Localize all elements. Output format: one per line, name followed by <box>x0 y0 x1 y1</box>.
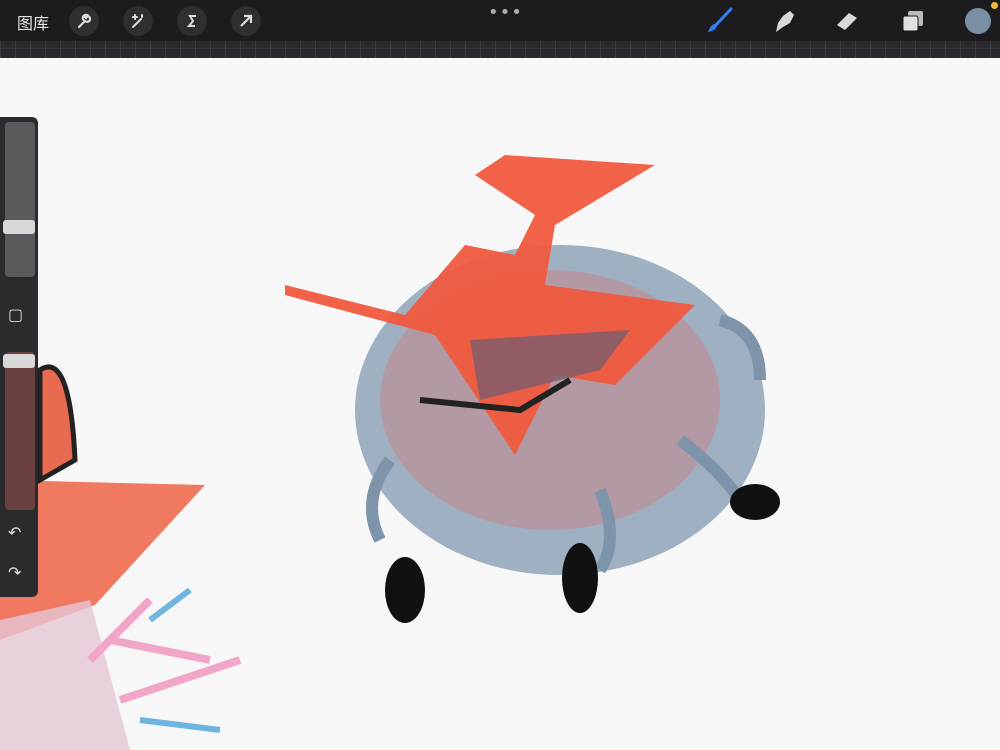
gallery-button[interactable]: 图库 <box>17 10 49 34</box>
move-arrow-icon[interactable] <box>231 6 261 36</box>
modify-button[interactable]: ▢ <box>8 305 23 324</box>
smudge-icon[interactable] <box>768 6 798 36</box>
selection-icon[interactable] <box>177 6 207 36</box>
undo-button[interactable]: ↶ <box>8 523 21 542</box>
brush-size-thumb[interactable] <box>3 220 35 234</box>
opacity-thumb[interactable] <box>3 354 35 368</box>
layers-icon[interactable] <box>898 6 928 36</box>
redo-button[interactable]: ↷ <box>8 563 21 582</box>
more-menu-button[interactable]: ••• <box>488 2 523 23</box>
opacity-slider[interactable] <box>3 352 35 510</box>
brush-size-slider[interactable] <box>3 122 35 277</box>
brush-icon[interactable] <box>704 6 734 36</box>
sidebar: ▢ ↶ ↷ <box>0 117 38 597</box>
top-toolbar: 图库 ••• <box>0 0 1000 41</box>
creature-drawing <box>285 155 780 623</box>
ruler <box>0 41 1000 58</box>
wrench-icon[interactable] <box>69 6 99 36</box>
drawing-canvas[interactable] <box>0 58 1000 750</box>
magic-wand-icon[interactable] <box>123 6 153 36</box>
notification-dot <box>991 2 998 9</box>
color-picker-button[interactable] <box>965 8 991 34</box>
eraser-icon[interactable] <box>832 6 862 36</box>
